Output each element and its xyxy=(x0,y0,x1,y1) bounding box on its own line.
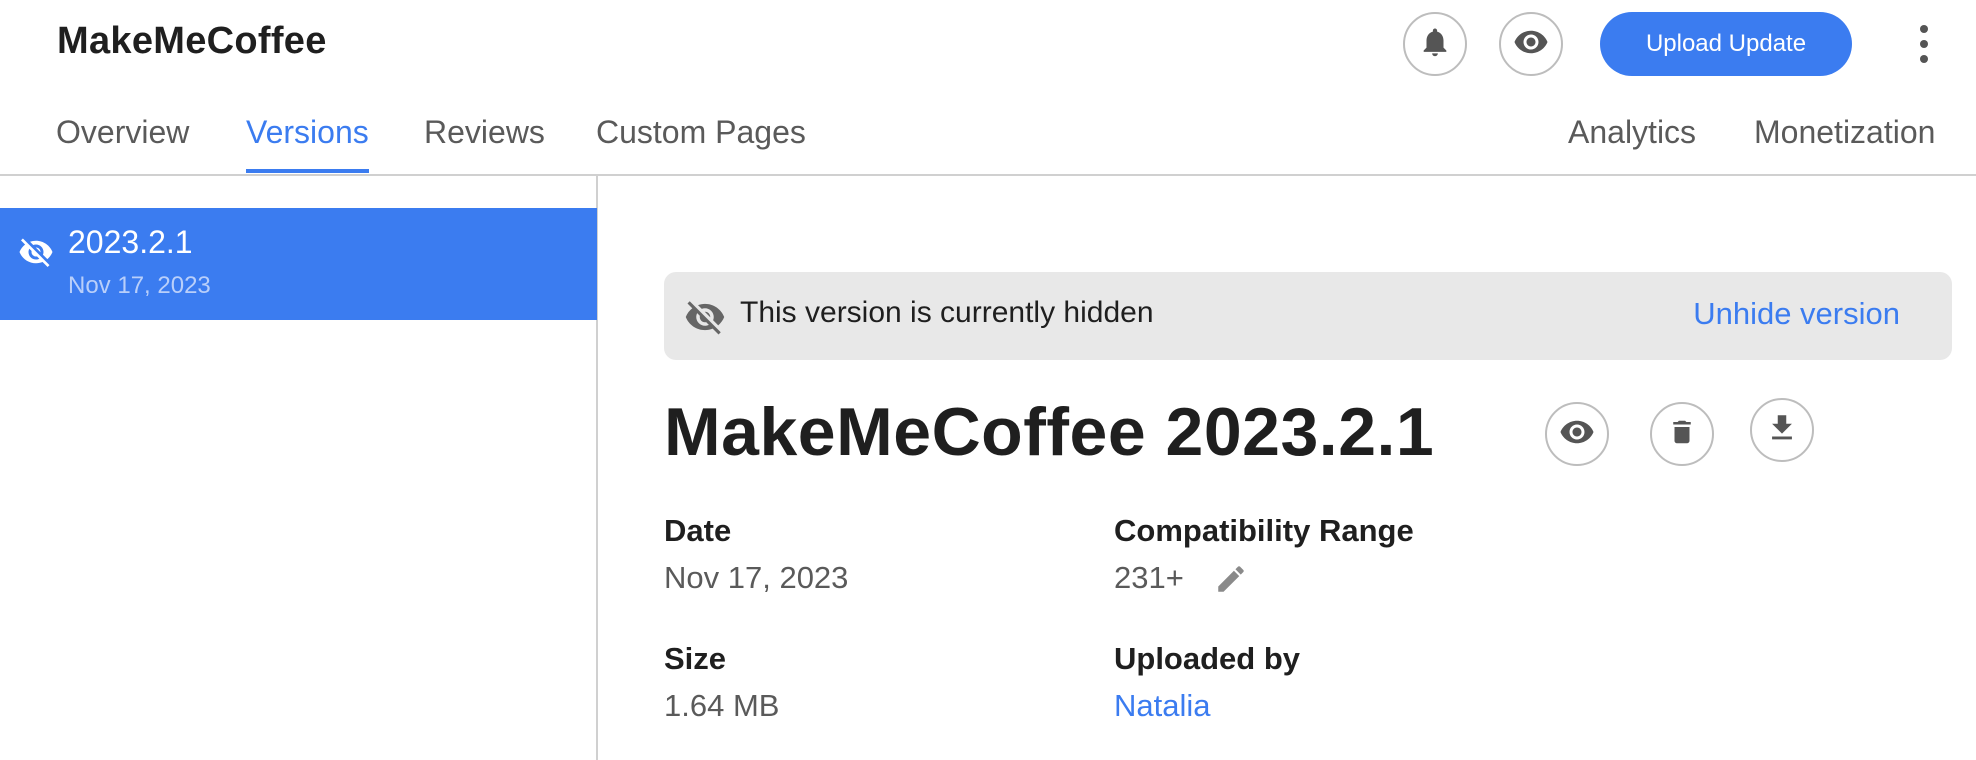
tab-monetization[interactable]: Monetization xyxy=(1754,114,1935,169)
hidden-version-banner: This version is currently hidden Unhide … xyxy=(664,272,1952,360)
version-item-name: 2023.2.1 xyxy=(68,224,193,260)
unhide-button[interactable] xyxy=(1545,402,1609,466)
eye-off-icon xyxy=(18,234,54,275)
delete-version-button[interactable] xyxy=(1650,402,1714,466)
download-icon xyxy=(1765,411,1799,450)
more-options-button[interactable] xyxy=(1906,20,1942,68)
header: MakeMeCoffee Upload Update xyxy=(0,0,1976,90)
tab-analytics[interactable]: Analytics xyxy=(1568,114,1696,169)
tab-custom-pages[interactable]: Custom Pages xyxy=(596,114,806,169)
date-value: Nov 17, 2023 xyxy=(664,560,849,595)
uploaded-by-label: Uploaded by xyxy=(1114,641,1301,676)
version-title: MakeMeCoffee 2023.2.1 xyxy=(664,394,1435,470)
compatibility-range-value: 231+ xyxy=(1114,560,1184,595)
pencil-icon[interactable] xyxy=(1214,562,1248,601)
size-label: Size xyxy=(664,641,727,676)
eye-off-icon xyxy=(684,296,726,343)
tab-bar: Overview Versions Reviews Custom Pages A… xyxy=(0,90,1976,176)
upload-update-button[interactable]: Upload Update xyxy=(1600,12,1852,76)
preview-button[interactable] xyxy=(1499,12,1563,76)
download-version-button[interactable] xyxy=(1750,398,1814,462)
tab-reviews[interactable]: Reviews xyxy=(424,114,545,169)
unhide-version-link[interactable]: Unhide version xyxy=(1693,296,1900,332)
app-root: MakeMeCoffee Upload Update Overview Vers… xyxy=(0,0,1976,760)
trash-icon xyxy=(1667,415,1697,454)
app-title: MakeMeCoffee xyxy=(57,20,327,62)
size-value: 1.64 MB xyxy=(664,688,780,723)
eye-icon xyxy=(1559,414,1595,455)
version-list-item[interactable]: 2023.2.1 Nov 17, 2023 xyxy=(0,208,597,320)
versions-sidebar: 2023.2.1 Nov 17, 2023 xyxy=(0,176,598,760)
tab-versions[interactable]: Versions xyxy=(246,114,369,173)
version-item-date: Nov 17, 2023 xyxy=(68,272,211,299)
notifications-button[interactable] xyxy=(1403,12,1467,76)
compatibility-range-label: Compatibility Range xyxy=(1114,513,1414,548)
banner-message: This version is currently hidden xyxy=(740,296,1154,329)
eye-icon xyxy=(1513,24,1549,65)
bell-icon xyxy=(1418,25,1452,64)
tab-overview[interactable]: Overview xyxy=(56,114,189,169)
date-label: Date xyxy=(664,513,732,548)
more-vertical-icon xyxy=(1920,25,1928,33)
uploader-link[interactable]: Natalia xyxy=(1114,688,1211,724)
